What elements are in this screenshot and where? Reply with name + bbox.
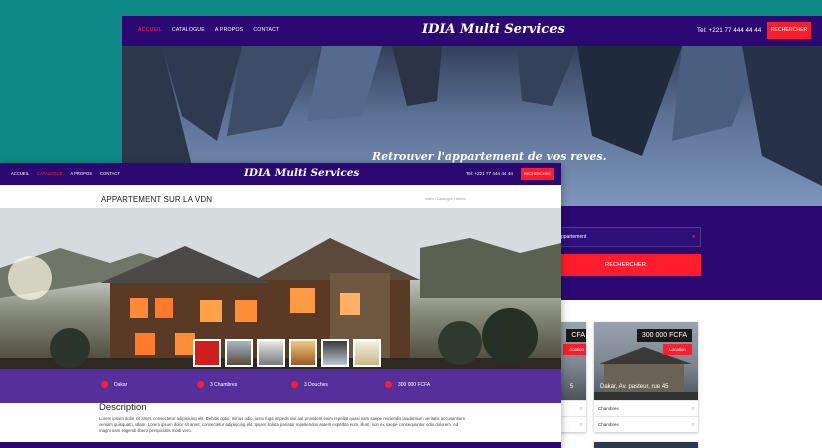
card-image: 300 000 FCFA Location Dakar, Av. pasteur… — [594, 322, 698, 400]
photo-thumbnails — [193, 339, 381, 367]
card-address: 5 — [570, 384, 574, 390]
nav-item-contact[interactable]: CONTACT — [100, 171, 120, 176]
nav-item-apropos[interactable]: A PROPOS — [70, 171, 92, 176]
feature-text: 3 Douches — [304, 381, 328, 388]
nav-item-accueil[interactable]: ACCUEIL — [11, 171, 29, 176]
brand-logo[interactable]: IDIA Multi Services — [244, 167, 359, 179]
description-text: Lorem ipsum dolor sit amet, consectetur … — [99, 416, 465, 433]
nav-item-apropos[interactable]: A PROPOS — [215, 27, 243, 33]
card-price: CFA — [566, 329, 586, 342]
footer-strip — [0, 442, 561, 448]
row-label: Chambres — [598, 406, 619, 411]
row-value: 0 — [691, 422, 694, 427]
card-row: Chambres 0 — [594, 416, 698, 432]
phone-number: Tel: +221 77 444 44 44 — [697, 27, 762, 34]
shower-icon — [291, 381, 298, 388]
card-price: 300 000 FCFA — [636, 329, 692, 342]
feature-bar — [0, 369, 561, 403]
feature-text: 300 000 FCFA — [398, 381, 431, 388]
chevron-down-icon: ▾ — [692, 234, 695, 240]
nav-menu: ACCUEIL CATALOGUE A PROPOS CONTACT — [138, 27, 279, 33]
property-card[interactable]: 300 000 FCFA Location Dakar, Av. pasteur… — [594, 322, 698, 432]
nav-item-contact[interactable]: CONTACT — [253, 27, 279, 33]
card-row: Chambres 0 — [594, 400, 698, 416]
nav-menu: ACCUEIL CATALOGUE A PROPOS CONTACT — [11, 171, 120, 176]
money-icon — [385, 381, 392, 388]
card-address: Dakar, Av. pasteur, rue 45 — [600, 384, 669, 390]
page-title: APPARTEMENT SUR LA VDN — [101, 195, 213, 204]
breadcrumb[interactable]: Index / Catalogue / Article — [425, 197, 466, 201]
brand-logo[interactable]: IDIA Multi Services — [422, 22, 565, 37]
feature-text: Dakar — [114, 381, 128, 388]
row-value: 0 — [579, 406, 582, 411]
thumbnail[interactable] — [225, 339, 253, 367]
bed-icon — [197, 381, 204, 388]
feature-price: 300 000 FCFA — [385, 381, 430, 388]
hero-tagline: Retrouver l'appartement de vos reves. — [372, 150, 607, 163]
description-heading: Description — [99, 402, 147, 413]
article-page-window: ACCUEIL CATALOGUE A PROPOS CONTACT IDIA … — [0, 163, 561, 448]
row-label: Chambres — [598, 422, 619, 427]
top-navbar: ACCUEIL CATALOGUE A PROPOS CONTACT IDIA … — [122, 16, 822, 46]
nav-item-catalogue[interactable]: CATALOGUE — [172, 27, 205, 33]
thumbnail[interactable] — [321, 339, 349, 367]
nav-item-accueil[interactable]: ACCUEIL — [138, 27, 162, 33]
feature-bedrooms: 3 Chambres — [197, 381, 237, 388]
nav-item-catalogue[interactable]: CATALOGUE — [37, 171, 62, 176]
row-value: 0 — [579, 422, 582, 427]
thumbnail[interactable] — [257, 339, 285, 367]
thumbnail[interactable] — [193, 339, 221, 367]
card-type-badge: Location — [662, 344, 692, 355]
search-button[interactable]: RECHERCHER — [767, 22, 811, 39]
select-value: ppartement — [561, 234, 587, 240]
row-value: 0 — [691, 406, 694, 411]
property-card[interactable] — [594, 442, 698, 448]
location-pin-icon — [101, 381, 108, 388]
property-type-select[interactable]: ppartement ▾ — [550, 227, 701, 247]
thumbnail[interactable] — [353, 339, 381, 367]
search-button[interactable]: RECHERCHER — [521, 168, 554, 180]
feature-location: Dakar — [101, 381, 127, 388]
search-submit-button[interactable]: RECHERCHER — [550, 254, 701, 276]
card-type-badge: ocation — [563, 344, 586, 355]
phone-number: Tel: +221 77 444 44 44 — [466, 171, 513, 176]
thumbnail[interactable] — [289, 339, 317, 367]
feature-text: 3 Chambres — [210, 381, 238, 388]
feature-showers: 3 Douches — [291, 381, 328, 388]
top-navbar: ACCUEIL CATALOGUE A PROPOS CONTACT IDIA … — [0, 163, 561, 185]
